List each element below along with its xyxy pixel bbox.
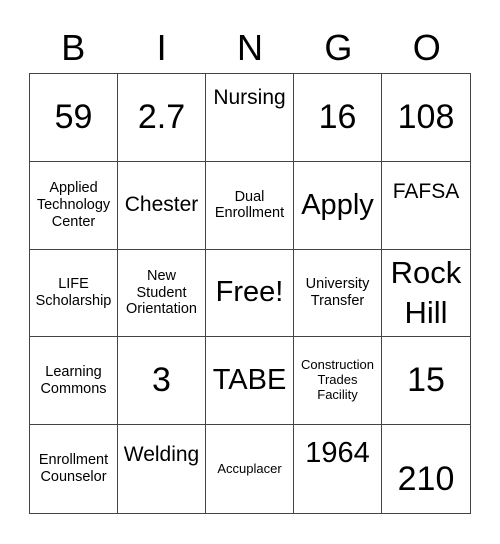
header-letter-g: G (324, 27, 353, 68)
bingo-cell[interactable]: 2.7 (118, 74, 206, 162)
bingo-cell[interactable]: Enrollment Counselor (30, 425, 118, 513)
bingo-cell[interactable]: University Transfer (294, 249, 382, 338)
bingo-cell[interactable]: Nursing (206, 74, 294, 162)
bingo-cell[interactable]: 16 (294, 74, 382, 162)
bingo-cell[interactable]: Construction Trades Facility (294, 337, 382, 426)
header-letter-i: I (156, 27, 167, 68)
bingo-cell[interactable]: Welding (118, 425, 206, 513)
bingo-cell[interactable]: Learning Commons (30, 337, 118, 426)
header-letter-o: O (412, 27, 441, 68)
bingo-cell[interactable]: New Student Orientation (118, 249, 206, 338)
bingo-cell[interactable]: 108 (382, 74, 470, 162)
bingo-cell[interactable]: Accuplacer (206, 425, 294, 513)
header-letter-n: N (236, 27, 263, 68)
bingo-cell[interactable]: 1964 (294, 425, 382, 513)
bingo-cell[interactable]: Applied Technology Center (30, 161, 118, 250)
free-space[interactable]: Free! (206, 249, 294, 338)
bingo-cell[interactable]: 59 (30, 74, 118, 162)
bingo-cell[interactable]: 3 (118, 337, 206, 426)
bingo-cell[interactable]: Dual Enrollment (206, 161, 294, 250)
bingo-cell[interactable]: 15 (382, 337, 470, 426)
bingo-cell[interactable]: Chester (118, 161, 206, 250)
bingo-header: B I N G O (29, 24, 471, 72)
bingo-grid: 59 2.7 Nursing 16 108 Applied Technology… (29, 73, 471, 514)
bingo-cell[interactable]: TABE (206, 337, 294, 426)
bingo-cell[interactable]: LIFE Scholarship (30, 249, 118, 338)
bingo-cell[interactable]: Apply (294, 161, 382, 250)
bingo-cell[interactable]: 210 (382, 425, 470, 513)
bingo-cell[interactable]: Rock Hill (382, 250, 470, 338)
bingo-cell[interactable]: FAFSA (382, 162, 470, 250)
header-letter-b: B (61, 27, 86, 68)
